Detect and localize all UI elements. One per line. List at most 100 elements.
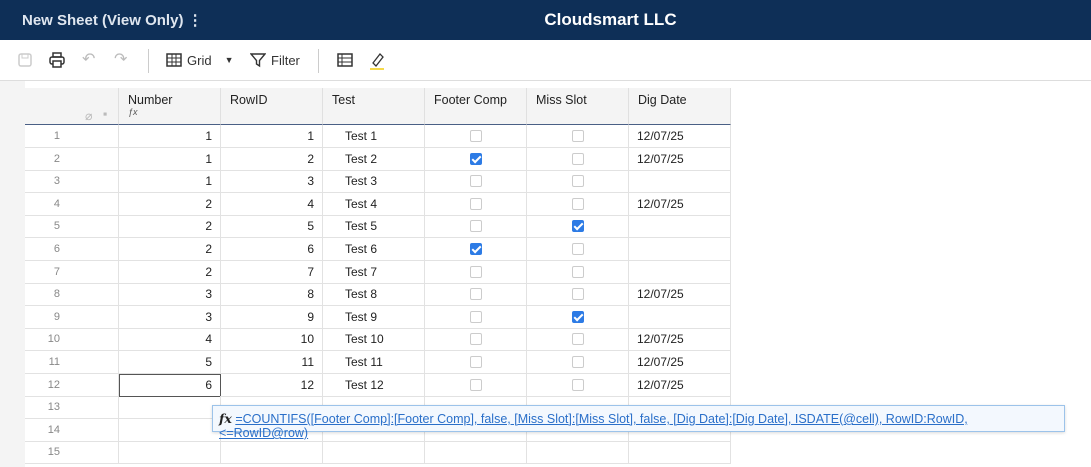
footer-cell[interactable] <box>425 441 527 465</box>
rowid-cell[interactable]: 9 <box>221 305 323 329</box>
number-cell[interactable] <box>119 441 221 465</box>
highlight-icon[interactable] <box>369 52 385 70</box>
miss-cell[interactable] <box>527 147 629 171</box>
test-cell[interactable]: Test 10 <box>323 328 425 352</box>
footer-cell[interactable] <box>425 328 527 352</box>
checkbox[interactable] <box>469 130 482 142</box>
test-cell[interactable]: Test 4 <box>323 192 425 216</box>
number-cell[interactable]: 2 <box>119 260 221 284</box>
footer-cell[interactable] <box>425 351 527 374</box>
footer-cell[interactable] <box>425 125 527 148</box>
miss-cell[interactable] <box>527 373 629 397</box>
checkbox[interactable] <box>469 333 482 346</box>
row-number[interactable]: 10 <box>25 328 119 352</box>
footer-cell[interactable] <box>425 192 527 216</box>
checkbox[interactable] <box>469 220 482 233</box>
miss-cell[interactable] <box>527 260 629 284</box>
row-number[interactable]: 1 <box>25 125 119 148</box>
test-cell[interactable]: Test 8 <box>323 283 425 307</box>
footer-cell[interactable] <box>425 238 527 261</box>
number-cell[interactable]: 3 <box>119 305 221 329</box>
checkbox[interactable] <box>571 310 584 323</box>
checkbox[interactable] <box>571 175 584 188</box>
checkbox[interactable] <box>469 288 482 301</box>
row-number[interactable]: 8 <box>25 283 119 307</box>
number-cell[interactable] <box>119 418 221 442</box>
number-cell[interactable]: 2 <box>119 215 221 239</box>
number-cell[interactable]: 1 <box>119 170 221 194</box>
rowid-cell[interactable]: 8 <box>221 283 323 307</box>
checkbox[interactable] <box>571 152 584 165</box>
checkbox[interactable] <box>571 265 584 278</box>
date-cell[interactable] <box>629 238 731 261</box>
row-number[interactable]: 14 <box>25 418 119 442</box>
column-header[interactable]: Dig Date <box>629 88 731 125</box>
test-cell[interactable] <box>323 441 425 465</box>
number-cell[interactable] <box>119 396 221 420</box>
test-cell[interactable]: Test 11 <box>323 351 425 374</box>
number-cell[interactable]: 1 <box>119 147 221 171</box>
checkbox[interactable] <box>571 243 584 255</box>
date-cell[interactable]: 12/07/25 <box>629 125 731 148</box>
rowid-cell[interactable]: 7 <box>221 260 323 284</box>
save-icon[interactable] <box>17 52 33 68</box>
rowid-cell[interactable]: 12 <box>221 373 323 397</box>
print-icon[interactable] <box>49 52 65 68</box>
miss-cell[interactable] <box>527 215 629 239</box>
checkbox[interactable] <box>469 310 482 323</box>
rowid-cell[interactable] <box>221 441 323 465</box>
checkbox[interactable] <box>571 356 584 368</box>
checkbox[interactable] <box>571 333 584 346</box>
column-header[interactable]: Footer Comp <box>425 88 527 125</box>
row-number[interactable]: 3 <box>25 170 119 194</box>
number-cell[interactable]: 2 <box>119 192 221 216</box>
miss-cell[interactable] <box>527 238 629 261</box>
row-number[interactable]: 12 <box>25 373 119 397</box>
test-cell[interactable]: Test 6 <box>323 238 425 261</box>
undo-icon[interactable]: ↶ <box>82 49 95 69</box>
miss-cell[interactable] <box>527 441 629 465</box>
rowid-cell[interactable]: 2 <box>221 147 323 171</box>
date-cell[interactable]: 12/07/25 <box>629 373 731 397</box>
checkbox[interactable] <box>469 356 482 368</box>
miss-cell[interactable] <box>527 170 629 194</box>
date-cell[interactable]: 12/07/25 <box>629 283 731 307</box>
test-cell[interactable]: Test 2 <box>323 147 425 171</box>
row-layout-icon[interactable] <box>337 52 353 68</box>
row-number[interactable]: 2 <box>25 147 119 171</box>
test-cell[interactable]: Test 12 <box>323 373 425 397</box>
rowid-cell[interactable]: 5 <box>221 215 323 239</box>
miss-cell[interactable] <box>527 328 629 352</box>
checkbox[interactable] <box>571 197 584 210</box>
miss-cell[interactable] <box>527 192 629 216</box>
row-number[interactable]: 9 <box>25 305 119 329</box>
date-cell[interactable]: 12/07/25 <box>629 192 731 216</box>
test-cell[interactable]: Test 5 <box>323 215 425 239</box>
checkbox[interactable] <box>469 378 482 391</box>
footer-cell[interactable] <box>425 283 527 307</box>
row-number[interactable]: 11 <box>25 351 119 374</box>
number-cell[interactable]: 1 <box>119 125 221 148</box>
rowid-cell[interactable]: 4 <box>221 192 323 216</box>
footer-cell[interactable] <box>425 147 527 171</box>
rowid-cell[interactable]: 1 <box>221 125 323 148</box>
rowid-cell[interactable]: 11 <box>221 351 323 374</box>
row-number[interactable]: 15 <box>25 441 119 465</box>
number-cell[interactable]: 4 <box>119 328 221 352</box>
rowid-cell[interactable]: 3 <box>221 170 323 194</box>
date-cell[interactable] <box>629 441 731 465</box>
number-cell[interactable]: 5 <box>119 351 221 374</box>
date-cell[interactable]: 12/07/25 <box>629 147 731 171</box>
date-cell[interactable] <box>629 170 731 194</box>
row-number[interactable]: 7 <box>25 260 119 284</box>
grid-view-button[interactable]: Grid ▼ <box>166 52 233 68</box>
checkbox[interactable] <box>469 197 482 210</box>
number-cell[interactable]: 3 <box>119 283 221 307</box>
checkbox[interactable] <box>469 175 482 188</box>
checkbox[interactable] <box>571 378 584 391</box>
miss-cell[interactable] <box>527 305 629 329</box>
checkbox[interactable] <box>469 243 482 255</box>
test-cell[interactable]: Test 1 <box>323 125 425 148</box>
column-header[interactable]: Miss Slot <box>527 88 629 125</box>
date-cell[interactable] <box>629 260 731 284</box>
